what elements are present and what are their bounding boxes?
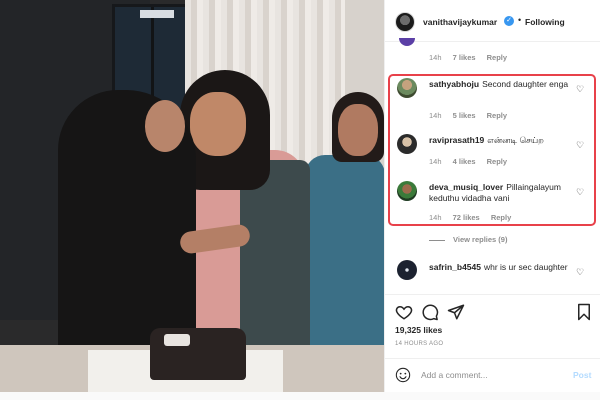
- post-photo[interactable]: [0, 0, 384, 392]
- comment-text-block: safrin_b4545 whr is ur sec daughter: [429, 262, 571, 273]
- bookmark-icon[interactable]: [575, 303, 593, 321]
- photo-window-light: [140, 10, 174, 18]
- comment-reply-button[interactable]: Reply: [487, 53, 507, 62]
- photo-cake-topper: [164, 334, 190, 346]
- following-button[interactable]: Following: [525, 17, 565, 27]
- comment-time: 14h: [429, 53, 442, 62]
- comments-highlight-box: [388, 74, 596, 226]
- photo-person-center-face: [190, 92, 246, 156]
- comment-meta: 14h 7 likes Reply: [429, 53, 516, 62]
- view-replies-line: [429, 240, 445, 241]
- post-comment-button[interactable]: Post: [573, 370, 591, 380]
- emoji-icon[interactable]: [395, 367, 411, 383]
- photo-person-left-face: [145, 100, 185, 152]
- likes-count[interactable]: 19,325 likes: [395, 325, 442, 335]
- comment-username[interactable]: safrin_b4545: [429, 262, 481, 272]
- comment-avatar[interactable]: [399, 38, 415, 46]
- heart-icon[interactable]: [395, 303, 413, 321]
- separator-dot: •: [518, 15, 522, 25]
- post-time: 14 HOURS AGO: [395, 341, 444, 347]
- comment-icon[interactable]: [421, 303, 439, 321]
- post-header: vanithavijaykumar ✓ • Following: [385, 0, 600, 42]
- view-replies-button[interactable]: View replies (9): [453, 235, 507, 244]
- comment-likes[interactable]: 7 likes: [453, 53, 476, 62]
- author-username[interactable]: vanithavijaykumar: [423, 17, 497, 27]
- add-comment-bar: Add a comment... Post: [385, 358, 600, 392]
- verified-badge-icon: ✓: [504, 16, 514, 26]
- share-icon[interactable]: [447, 303, 465, 321]
- post-actions: 19,325 likes 14 HOURS AGO: [385, 294, 600, 354]
- comment-avatar[interactable]: [397, 260, 417, 280]
- comment-body: whr is ur sec daughter: [483, 262, 568, 272]
- add-comment-input[interactable]: Add a comment...: [421, 370, 488, 380]
- bottom-strip: [0, 392, 600, 400]
- heart-icon[interactable]: ♡: [575, 267, 585, 277]
- author-avatar[interactable]: [395, 12, 415, 32]
- photo-person-right-face: [338, 104, 378, 156]
